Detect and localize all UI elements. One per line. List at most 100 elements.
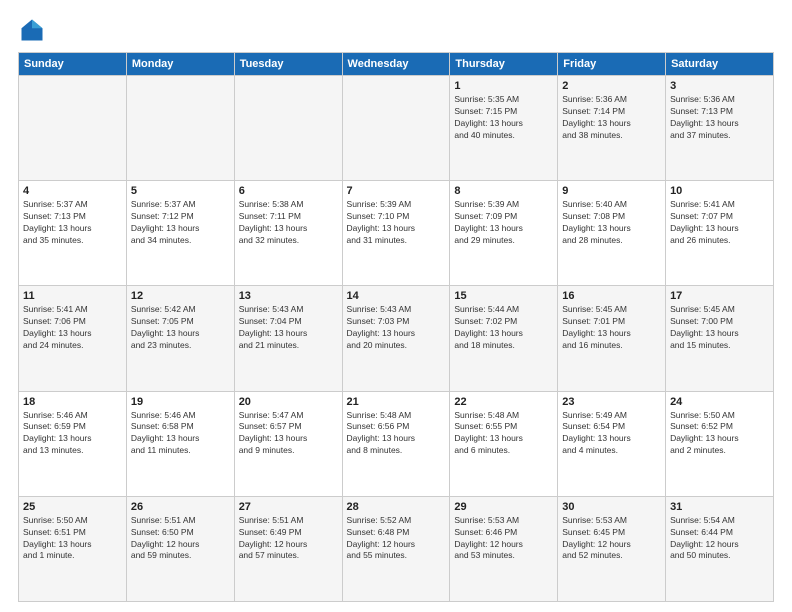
day-number: 17 (670, 290, 769, 302)
day-info: Sunrise: 5:51 AM Sunset: 6:49 PM Dayligh… (239, 515, 338, 563)
calendar-week-2: 11 Sunrise: 5:41 AM Sunset: 7:06 PM Dayli… (19, 286, 774, 391)
day-info: Sunrise: 5:42 AM Sunset: 7:05 PM Dayligh… (131, 304, 230, 352)
calendar-cell-w1-d5: 9 Sunrise: 5:40 AM Sunset: 7:08 PM Daylig… (558, 181, 666, 286)
calendar-week-3: 18 Sunrise: 5:46 AM Sunset: 6:59 PM Dayli… (19, 391, 774, 496)
calendar-week-0: 1 Sunrise: 5:35 AM Sunset: 7:15 PM Daylig… (19, 76, 774, 181)
calendar-cell-w3-d5: 23 Sunrise: 5:49 AM Sunset: 6:54 PM Dayli… (558, 391, 666, 496)
day-number: 3 (670, 80, 769, 92)
calendar-week-1: 4 Sunrise: 5:37 AM Sunset: 7:13 PM Daylig… (19, 181, 774, 286)
day-number: 22 (454, 396, 553, 408)
day-info: Sunrise: 5:47 AM Sunset: 6:57 PM Dayligh… (239, 410, 338, 458)
calendar-cell-w0-d1 (126, 76, 234, 181)
calendar-cell-w2-d3: 14 Sunrise: 5:43 AM Sunset: 7:03 PM Dayli… (342, 286, 450, 391)
weekday-row: SundayMondayTuesdayWednesdayThursdayFrid… (19, 53, 774, 76)
day-info: Sunrise: 5:49 AM Sunset: 6:54 PM Dayligh… (562, 410, 661, 458)
day-number: 12 (131, 290, 230, 302)
calendar-cell-w3-d4: 22 Sunrise: 5:48 AM Sunset: 6:55 PM Dayli… (450, 391, 558, 496)
day-info: Sunrise: 5:44 AM Sunset: 7:02 PM Dayligh… (454, 304, 553, 352)
day-info: Sunrise: 5:39 AM Sunset: 7:10 PM Dayligh… (347, 199, 446, 247)
header (18, 16, 774, 44)
day-info: Sunrise: 5:39 AM Sunset: 7:09 PM Dayligh… (454, 199, 553, 247)
day-info: Sunrise: 5:37 AM Sunset: 7:13 PM Dayligh… (23, 199, 122, 247)
calendar-cell-w2-d1: 12 Sunrise: 5:42 AM Sunset: 7:05 PM Dayli… (126, 286, 234, 391)
weekday-header-wednesday: Wednesday (342, 53, 450, 76)
calendar-cell-w4-d2: 27 Sunrise: 5:51 AM Sunset: 6:49 PM Dayli… (234, 496, 342, 601)
day-info: Sunrise: 5:36 AM Sunset: 7:14 PM Dayligh… (562, 94, 661, 142)
calendar-cell-w3-d2: 20 Sunrise: 5:47 AM Sunset: 6:57 PM Dayli… (234, 391, 342, 496)
day-number: 14 (347, 290, 446, 302)
calendar-cell-w2-d0: 11 Sunrise: 5:41 AM Sunset: 7:06 PM Dayli… (19, 286, 127, 391)
day-number: 6 (239, 185, 338, 197)
day-number: 1 (454, 80, 553, 92)
weekday-header-tuesday: Tuesday (234, 53, 342, 76)
day-info: Sunrise: 5:50 AM Sunset: 6:51 PM Dayligh… (23, 515, 122, 563)
day-number: 11 (23, 290, 122, 302)
day-info: Sunrise: 5:41 AM Sunset: 7:06 PM Dayligh… (23, 304, 122, 352)
day-number: 13 (239, 290, 338, 302)
day-info: Sunrise: 5:48 AM Sunset: 6:55 PM Dayligh… (454, 410, 553, 458)
calendar-cell-w0-d4: 1 Sunrise: 5:35 AM Sunset: 7:15 PM Daylig… (450, 76, 558, 181)
calendar-cell-w0-d5: 2 Sunrise: 5:36 AM Sunset: 7:14 PM Daylig… (558, 76, 666, 181)
calendar-week-4: 25 Sunrise: 5:50 AM Sunset: 6:51 PM Dayli… (19, 496, 774, 601)
calendar-cell-w4-d3: 28Sunrise: 5:52 AM Sunset: 6:48 PM Dayli… (342, 496, 450, 601)
day-info: Sunrise: 5:36 AM Sunset: 7:13 PM Dayligh… (670, 94, 769, 142)
calendar-cell-w0-d3 (342, 76, 450, 181)
calendar-header: SundayMondayTuesdayWednesdayThursdayFrid… (19, 53, 774, 76)
calendar-cell-w2-d4: 15Sunrise: 5:44 AM Sunset: 7:02 PM Dayli… (450, 286, 558, 391)
day-info: Sunrise: 5:43 AM Sunset: 7:03 PM Dayligh… (347, 304, 446, 352)
day-info: Sunrise: 5:46 AM Sunset: 6:59 PM Dayligh… (23, 410, 122, 458)
calendar-cell-w4-d5: 30 Sunrise: 5:53 AM Sunset: 6:45 PM Dayli… (558, 496, 666, 601)
calendar-cell-w1-d2: 6 Sunrise: 5:38 AM Sunset: 7:11 PM Daylig… (234, 181, 342, 286)
day-info: Sunrise: 5:48 AM Sunset: 6:56 PM Dayligh… (347, 410, 446, 458)
day-number: 18 (23, 396, 122, 408)
day-info: Sunrise: 5:35 AM Sunset: 7:15 PM Dayligh… (454, 94, 553, 142)
calendar-cell-w0-d6: 3 Sunrise: 5:36 AM Sunset: 7:13 PM Daylig… (666, 76, 774, 181)
calendar-table: SundayMondayTuesdayWednesdayThursdayFrid… (18, 52, 774, 602)
day-number: 10 (670, 185, 769, 197)
day-number: 5 (131, 185, 230, 197)
day-number: 24 (670, 396, 769, 408)
logo-icon (18, 16, 46, 44)
day-number: 9 (562, 185, 661, 197)
day-info: Sunrise: 5:38 AM Sunset: 7:11 PM Dayligh… (239, 199, 338, 247)
day-info: Sunrise: 5:40 AM Sunset: 7:08 PM Dayligh… (562, 199, 661, 247)
calendar-cell-w1-d0: 4 Sunrise: 5:37 AM Sunset: 7:13 PM Daylig… (19, 181, 127, 286)
day-info: Sunrise: 5:41 AM Sunset: 7:07 PM Dayligh… (670, 199, 769, 247)
day-info: Sunrise: 5:45 AM Sunset: 7:01 PM Dayligh… (562, 304, 661, 352)
calendar-cell-w3-d1: 19Sunrise: 5:46 AM Sunset: 6:58 PM Dayli… (126, 391, 234, 496)
day-number: 30 (562, 501, 661, 513)
day-number: 27 (239, 501, 338, 513)
day-number: 23 (562, 396, 661, 408)
calendar-cell-w4-d6: 31 Sunrise: 5:54 AM Sunset: 6:44 PM Dayli… (666, 496, 774, 601)
day-info: Sunrise: 5:51 AM Sunset: 6:50 PM Dayligh… (131, 515, 230, 563)
day-info: Sunrise: 5:46 AM Sunset: 6:58 PM Dayligh… (131, 410, 230, 458)
day-info: Sunrise: 5:53 AM Sunset: 6:45 PM Dayligh… (562, 515, 661, 563)
weekday-header-saturday: Saturday (666, 53, 774, 76)
day-number: 8 (454, 185, 553, 197)
calendar-cell-w4-d0: 25 Sunrise: 5:50 AM Sunset: 6:51 PM Dayli… (19, 496, 127, 601)
day-number: 20 (239, 396, 338, 408)
weekday-header-thursday: Thursday (450, 53, 558, 76)
day-number: 26 (131, 501, 230, 513)
calendar-cell-w1-d6: 10 Sunrise: 5:41 AM Sunset: 7:07 PM Dayli… (666, 181, 774, 286)
calendar-cell-w3-d0: 18 Sunrise: 5:46 AM Sunset: 6:59 PM Dayli… (19, 391, 127, 496)
day-number: 25 (23, 501, 122, 513)
day-info: Sunrise: 5:54 AM Sunset: 6:44 PM Dayligh… (670, 515, 769, 563)
day-number: 7 (347, 185, 446, 197)
day-number: 2 (562, 80, 661, 92)
day-info: Sunrise: 5:53 AM Sunset: 6:46 PM Dayligh… (454, 515, 553, 563)
day-number: 21 (347, 396, 446, 408)
day-info: Sunrise: 5:43 AM Sunset: 7:04 PM Dayligh… (239, 304, 338, 352)
calendar-cell-w2-d2: 13 Sunrise: 5:43 AM Sunset: 7:04 PM Dayli… (234, 286, 342, 391)
calendar-cell-w3-d3: 21 Sunrise: 5:48 AM Sunset: 6:56 PM Dayli… (342, 391, 450, 496)
calendar-body: 1 Sunrise: 5:35 AM Sunset: 7:15 PM Daylig… (19, 76, 774, 602)
calendar-cell-w0-d0 (19, 76, 127, 181)
calendar-cell-w4-d4: 29Sunrise: 5:53 AM Sunset: 6:46 PM Dayli… (450, 496, 558, 601)
calendar-cell-w1-d4: 8 Sunrise: 5:39 AM Sunset: 7:09 PM Daylig… (450, 181, 558, 286)
calendar-cell-w1-d3: 7 Sunrise: 5:39 AM Sunset: 7:10 PM Daylig… (342, 181, 450, 286)
weekday-header-monday: Monday (126, 53, 234, 76)
day-number: 4 (23, 185, 122, 197)
page: SundayMondayTuesdayWednesdayThursdayFrid… (0, 0, 792, 612)
day-number: 31 (670, 501, 769, 513)
weekday-header-sunday: Sunday (19, 53, 127, 76)
